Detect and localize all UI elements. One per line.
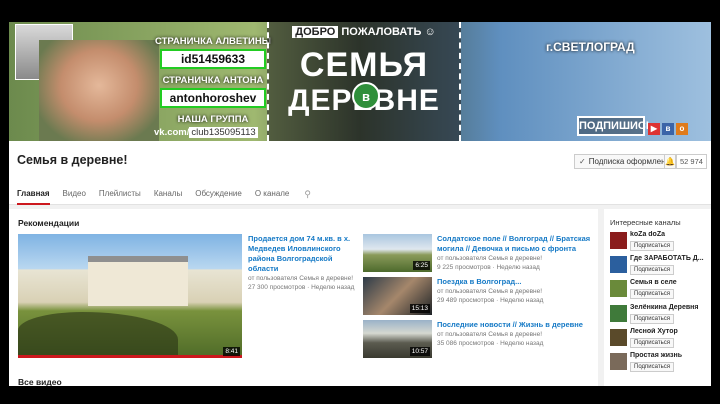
- channel-list-item[interactable]: Зелёнкина Деревня Подписаться: [610, 304, 710, 328]
- video-author: от пользователя Семья в деревне!: [437, 255, 543, 262]
- video-stats: 27 300 просмотров · Неделю назад: [248, 284, 355, 291]
- banner-title-block: ДОБРО ПОЖАЛОВАТЬ ☺ СЕМЬЯ в ДЕРЕВНЕ: [267, 22, 461, 141]
- channel-list-item[interactable]: Семья в селе Подписаться: [610, 279, 710, 303]
- banner-title-mid: в: [352, 82, 380, 110]
- subscribe-button[interactable]: Подписаться: [630, 241, 674, 251]
- video-duration: 10:57: [409, 347, 430, 356]
- video-title-link[interactable]: Поездка в Волгоград...: [437, 277, 595, 287]
- subscriber-count: 52 974: [676, 154, 707, 169]
- tab-videos[interactable]: Видео: [63, 185, 86, 205]
- channel-name[interactable]: koZa doZa: [630, 231, 710, 238]
- vk-icon[interactable]: в: [662, 123, 674, 135]
- channel-avatar[interactable]: [610, 232, 627, 249]
- sidebar-title: Интересные каналы: [610, 218, 681, 227]
- channel-page: СТРАНИЧКА АЛВЕТИНЫ id51459633 СТРАНИЧКА …: [9, 22, 711, 386]
- video-author: от пользователя Семья в деревне!: [437, 288, 543, 295]
- banner-title-top: СЕМЬЯ: [299, 46, 429, 84]
- thumbnail-shadow: [18, 312, 178, 358]
- channel-avatar[interactable]: [610, 305, 627, 322]
- all-videos-heading: Все видео: [18, 377, 62, 386]
- list-item[interactable]: 10:57 Последние новости // Жизнь в дерев…: [363, 320, 593, 358]
- channel-banner: СТРАНИЧКА АЛВЕТИНЫ id51459633 СТРАНИЧКА …: [9, 22, 711, 141]
- video-thumbnail[interactable]: 6:25: [363, 234, 432, 272]
- banner-info-group: НАША ГРУППА: [177, 114, 249, 125]
- video-author: от пользователя Семья в деревне!: [248, 275, 354, 282]
- youtube-icon[interactable]: ▶: [648, 123, 660, 135]
- banner-info-block: СТРАНИЧКА АЛВЕТИНЫ id51459633 СТРАНИЧКА …: [154, 36, 272, 138]
- banner-subscribe-button[interactable]: ПОДПИШИСЬ: [577, 116, 654, 136]
- channel-tabs: Главная Видео Плейлисты Каналы Обсуждени…: [17, 185, 311, 205]
- thumbnail-house: [88, 256, 188, 306]
- video-thumbnail[interactable]: 10:57: [363, 320, 432, 358]
- list-item[interactable]: 6:25 Солдатское поле // Волгоград // Бра…: [363, 234, 593, 272]
- subscribe-button[interactable]: Подписаться: [630, 362, 674, 372]
- video-duration: 8:41: [223, 347, 240, 356]
- video-info: Поездка в Волгоград... от пользователя С…: [437, 277, 595, 305]
- channel-name[interactable]: Лесной Хутор: [630, 328, 710, 335]
- video-title-link[interactable]: Продается дом 74 м.кв. в х. Медведев Ило…: [248, 234, 360, 274]
- check-icon: ✓: [579, 157, 586, 166]
- channel-list-item[interactable]: Где ЗАРАБОТАТЬ Д... Подписаться: [610, 255, 710, 279]
- banner-photo-left: [39, 40, 159, 141]
- video-thumbnail[interactable]: 15:13: [363, 277, 432, 315]
- subscribe-button[interactable]: Подписаться: [630, 289, 674, 299]
- banner-city: г.СВЕТЛОГРАД: [546, 40, 635, 54]
- tab-channels[interactable]: Каналы: [154, 185, 182, 205]
- subscribed-button[interactable]: ✓ Подписка оформлена: [574, 154, 675, 169]
- channel-avatar[interactable]: [610, 329, 627, 346]
- tab-playlists[interactable]: Плейлисты: [99, 185, 141, 205]
- channel-avatar[interactable]: [610, 256, 627, 273]
- ok-icon[interactable]: о: [676, 123, 688, 135]
- channel-list-item[interactable]: koZa doZa Подписаться: [610, 231, 710, 255]
- channel-header: Семья в деревне! ✓ Подписка оформлена 🔔 5…: [9, 141, 711, 205]
- tab-home[interactable]: Главная: [17, 185, 50, 205]
- banner-vk-link: vk.com/club135095113: [154, 127, 258, 138]
- video-info: Последние новости // Жизнь в деревне от …: [437, 320, 595, 348]
- bell-icon[interactable]: 🔔: [664, 154, 676, 169]
- related-channels-sidebar: Интересные каналы koZa doZa Подписаться Гд…: [604, 209, 711, 386]
- screen-frame: СТРАНИЧКА АЛВЕТИНЫ id51459633 СТРАНИЧКА …: [0, 0, 720, 404]
- video-stats: 9 225 просмотров · Неделю назад: [437, 264, 540, 271]
- video-author: от пользователя Семья в деревне!: [437, 331, 543, 338]
- banner-login-box: antonhoroshev: [160, 88, 266, 108]
- channel-name[interactable]: Где ЗАРАБОТАТЬ Д...: [630, 255, 710, 262]
- channel-name[interactable]: Семья в селе: [630, 279, 710, 286]
- main-content: Рекомендации 8:41 Продается дом 74 м.кв.…: [9, 209, 598, 386]
- banner-welcome: ДОБРО ПОЖАЛОВАТЬ ☺: [292, 26, 436, 38]
- search-icon[interactable]: ⚲: [304, 185, 311, 205]
- list-item[interactable]: 15:13 Поездка в Волгоград... от пользова…: [363, 277, 593, 315]
- subscribe-button[interactable]: Подписаться: [630, 265, 674, 275]
- recommendations-heading: Рекомендации: [18, 218, 80, 228]
- banner-info-anton: СТРАНИЧКА АНТОНА: [162, 75, 264, 86]
- channel-list-item[interactable]: Лесной Хутор Подписаться: [610, 328, 710, 352]
- video-progress-bar: [18, 355, 242, 358]
- banner-id-box: id51459633: [160, 49, 266, 69]
- channel-title: Семья в деревне!: [17, 153, 128, 167]
- video-duration: 15:13: [409, 304, 430, 313]
- tab-discussion[interactable]: Обсуждение: [195, 185, 242, 205]
- channel-name[interactable]: Простая жизнь: [630, 352, 710, 359]
- channel-avatar[interactable]: [610, 280, 627, 297]
- channel-name[interactable]: Зелёнкина Деревня: [630, 304, 710, 311]
- video-title-link[interactable]: Последние новости // Жизнь в деревне: [437, 320, 595, 330]
- subscribe-button[interactable]: Подписаться: [630, 338, 674, 348]
- banner-info-alevtina: СТРАНИЧКА АЛВЕТИНЫ: [154, 36, 272, 47]
- subscribe-button[interactable]: Подписаться: [630, 314, 674, 324]
- video-stats: 29 489 просмотров · Неделю назад: [437, 297, 544, 304]
- channel-avatar[interactable]: [610, 353, 627, 370]
- featured-video-thumbnail[interactable]: 8:41: [18, 234, 242, 358]
- tab-about[interactable]: О канале: [255, 185, 290, 205]
- featured-video-info: Продается дом 74 м.кв. в х. Медведев Ило…: [248, 234, 360, 292]
- video-info: Солдатское поле // Волгоград // Братская…: [437, 234, 595, 272]
- channel-list-item[interactable]: Простая жизнь Подписаться: [610, 352, 710, 376]
- video-title-link[interactable]: Солдатское поле // Волгоград // Братская…: [437, 234, 595, 254]
- video-stats: 35 086 просмотров · Неделю назад: [437, 340, 544, 347]
- video-duration: 6:25: [413, 261, 430, 270]
